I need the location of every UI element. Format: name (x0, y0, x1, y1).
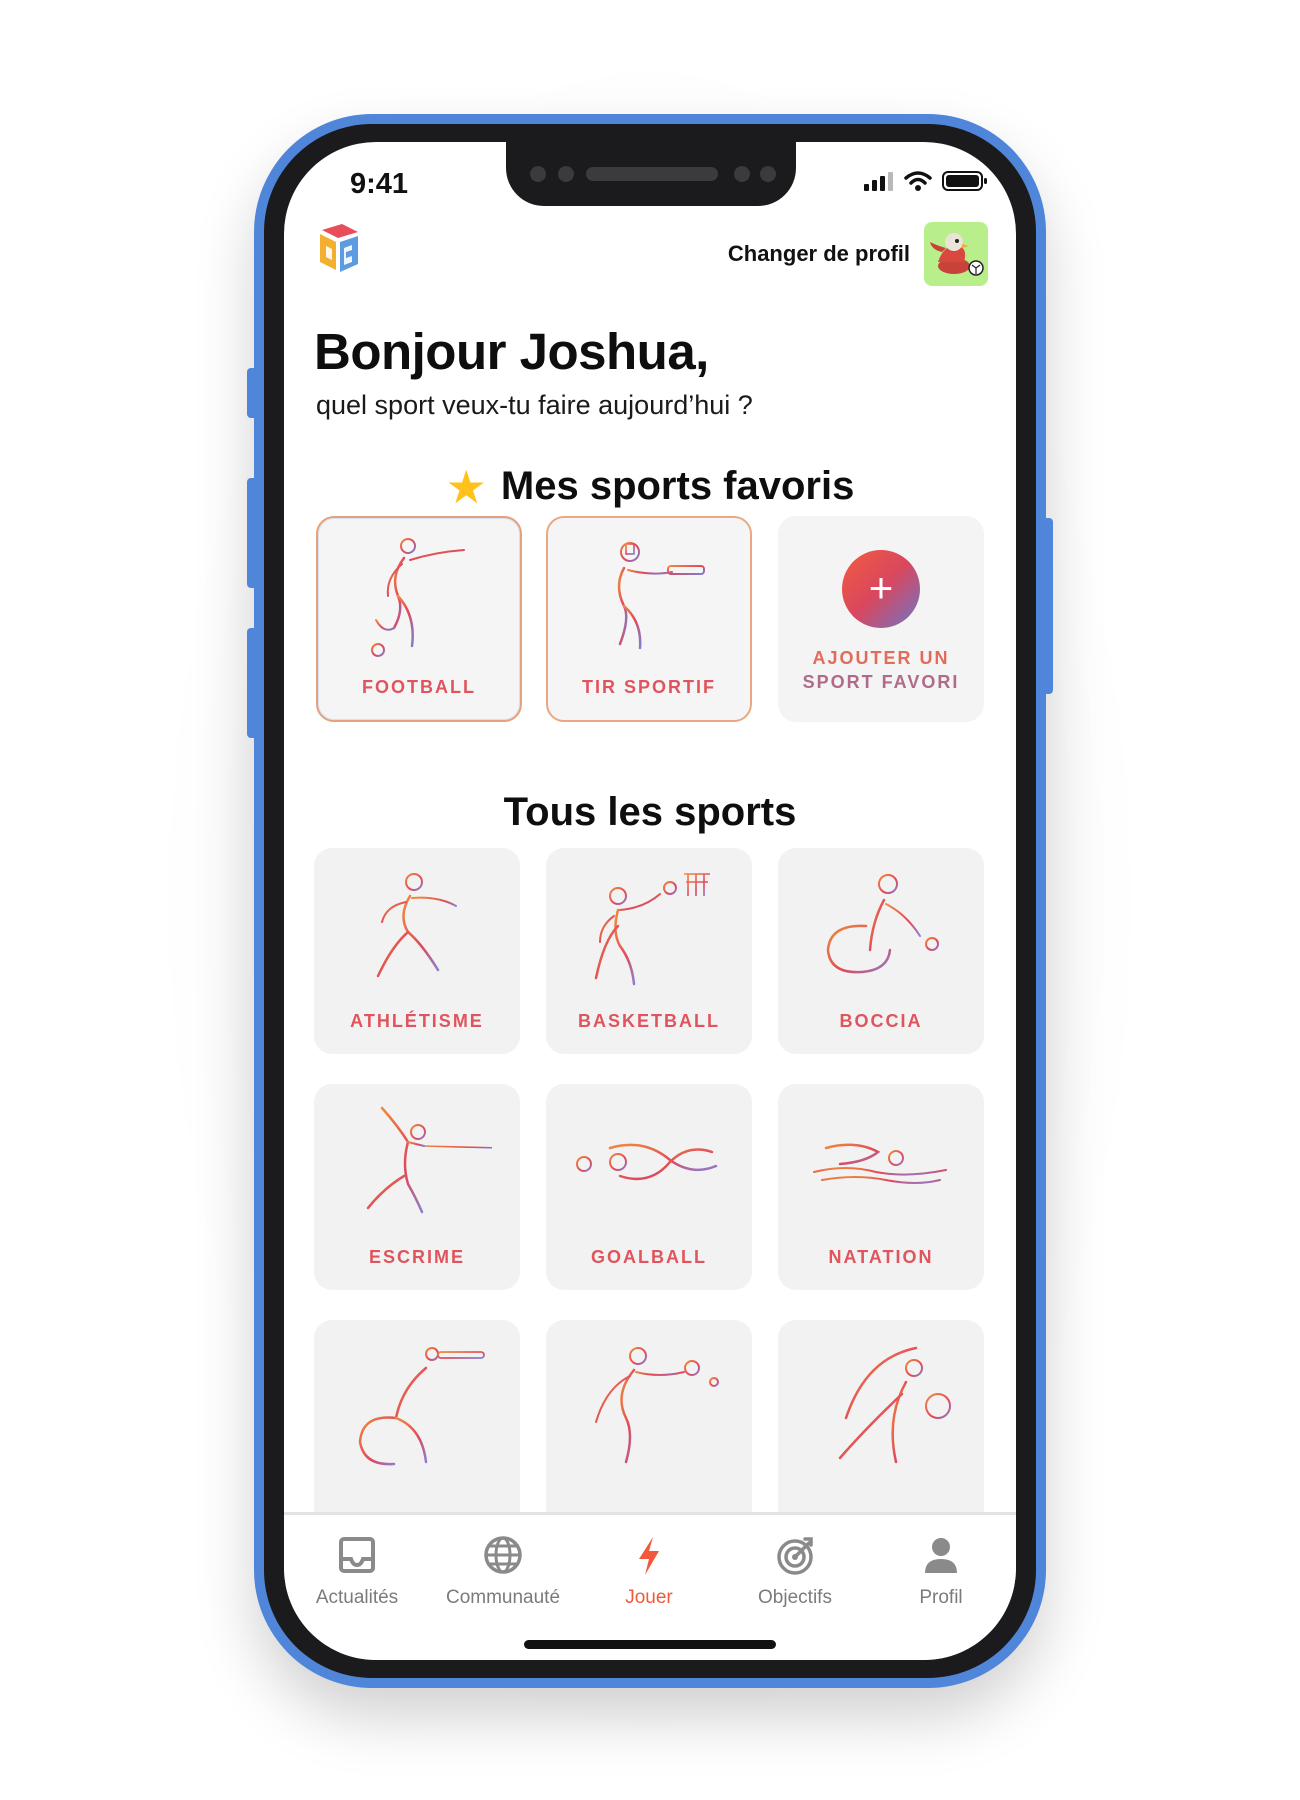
volume-down-button (247, 628, 257, 738)
star-icon: ★ (445, 461, 487, 513)
sport-card-para-shooting[interactable] (314, 1320, 520, 1526)
status-icons (864, 170, 988, 192)
volume-up-button (247, 478, 257, 588)
sport-label: FOOTBALL (362, 677, 476, 697)
tab-profil[interactable]: Profil (868, 1533, 1014, 1609)
sport-card-natation[interactable]: NATATION (778, 1084, 984, 1290)
notch (506, 142, 796, 206)
add-favorite-label-line1: AJOUTER UN (812, 648, 950, 668)
athletics-icon (376, 873, 457, 978)
tab-actualites[interactable]: Actualités (284, 1533, 430, 1609)
globe-icon (484, 1536, 522, 1574)
sport-label: ATHLÉTISME (350, 1011, 484, 1031)
sport-label: TIR SPORTIF (582, 677, 716, 697)
fencing-icon (366, 1106, 492, 1214)
target-icon (777, 1537, 813, 1575)
sport-card-table-tennis[interactable] (546, 1320, 752, 1526)
mascot-avatar-icon (930, 233, 984, 276)
inbox-icon (339, 1537, 375, 1573)
tab-label: Communauté (445, 1587, 561, 1608)
all-sports-section-title: Tous les sports (503, 790, 797, 834)
tab-label: Objectifs (758, 1587, 832, 1608)
tab-label: Profil (919, 1587, 963, 1608)
para-shooting-icon (358, 1347, 485, 1466)
sport-card-shot-put[interactable] (778, 1320, 984, 1526)
avatar[interactable] (924, 222, 988, 286)
table-tennis-icon (595, 1347, 722, 1464)
lightning-icon (639, 1537, 659, 1575)
sport-label: NATATION (828, 1247, 934, 1267)
user-icon (925, 1538, 957, 1573)
boccia-icon (826, 874, 939, 974)
tab-label: Jouer (625, 1587, 673, 1608)
sport-label: ESCRIME (368, 1247, 465, 1267)
football-player-icon (371, 538, 465, 657)
sport-label: BASKETBALL (578, 1011, 720, 1031)
battery-icon (942, 171, 987, 191)
mute-switch (247, 368, 257, 418)
add-favorite-card[interactable]: + AJOUTER UN SPORT FAVORI (778, 516, 984, 722)
favorites-title-text: Mes sports favoris (500, 464, 855, 508)
shooting-icon (617, 542, 705, 650)
power-button (1043, 518, 1053, 694)
sport-card-basketball[interactable]: BASKETBALL (546, 848, 752, 1054)
sport-card-escrime[interactable]: ESCRIME (314, 1084, 520, 1290)
change-profile-label: Changer de profil (727, 241, 910, 266)
wifi-icon (904, 171, 932, 191)
cellular-signal-icon (864, 172, 893, 191)
add-favorite-button[interactable]: + (842, 550, 920, 628)
sport-label: BOCCIA (839, 1011, 923, 1031)
tab-jouer[interactable]: Jouer (576, 1533, 722, 1609)
tab-bar: Actualités Communauté Jouer Objectifs Pr… (284, 1512, 1016, 1660)
goalball-icon (576, 1143, 718, 1181)
sport-card-athletisme[interactable]: ATHLÉTISME (314, 848, 520, 1054)
status-time: 9:41 (350, 168, 409, 200)
favorite-sport-card-football[interactable]: FOOTBALL (316, 516, 522, 722)
tab-communaute[interactable]: Communauté (430, 1533, 576, 1609)
favorites-section-title: ★ Mes sports favoris (284, 460, 1016, 514)
change-profile-button[interactable]: Changer de profil (728, 222, 988, 286)
shot-put-icon (838, 1346, 951, 1464)
add-favorite-label-line2: SPORT FAVORI (802, 672, 960, 692)
sport-card-goalball[interactable]: GOALBALL (546, 1084, 752, 1290)
greeting-title: Bonjour Joshua, (314, 323, 709, 380)
home-indicator[interactable] (524, 1640, 776, 1649)
basketball-icon (594, 873, 710, 986)
favorite-sport-card-tir-sportif[interactable]: TIR SPORTIF (546, 516, 752, 722)
tab-label: Actualités (315, 1587, 399, 1608)
sport-label: GOALBALL (591, 1247, 707, 1267)
app-logo-icon (320, 224, 358, 272)
app-screen: 9:41 Changer de profil Bonjour Joshua, q… (284, 142, 1016, 1660)
add-favorite-label: AJOUTER UN SPORT FAVORI (778, 646, 984, 694)
greeting-subtitle: quel sport veux-tu faire aujourd’hui ? (316, 390, 753, 420)
sport-card-boccia[interactable]: BOCCIA (778, 848, 984, 1054)
tab-objectifs[interactable]: Objectifs (722, 1533, 868, 1609)
swimming-icon (813, 1143, 947, 1184)
